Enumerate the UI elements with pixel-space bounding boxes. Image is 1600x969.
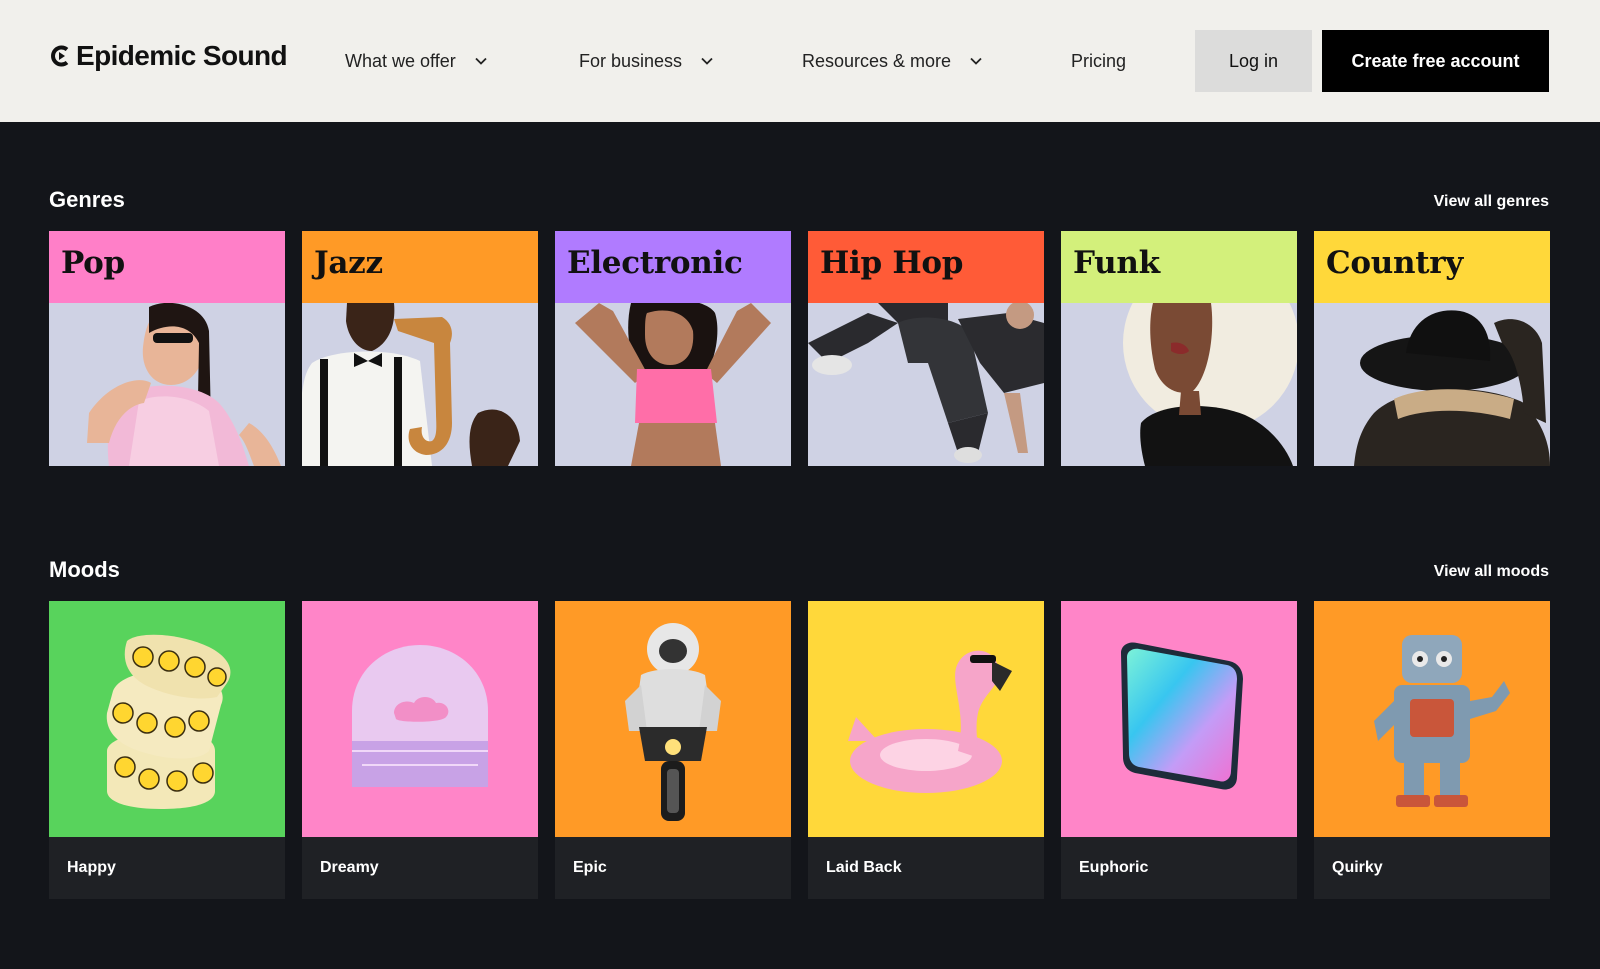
smiley-sticker-roll-icon (106, 634, 231, 809)
mood-art (1061, 601, 1297, 837)
create-free-account-button[interactable]: Create free account (1322, 30, 1549, 92)
genre-label: Funk (1061, 231, 1297, 303)
nav-for-business[interactable]: For business (579, 0, 714, 122)
genres-heading: Genres (49, 187, 125, 212)
genre-photo (808, 303, 1044, 466)
mood-card-happy[interactable]: Happy (49, 601, 285, 899)
mood-label: Euphoric (1079, 859, 1149, 876)
genre-photo (1061, 303, 1297, 466)
moods-heading: Moods (49, 557, 120, 582)
cowboy-illustration-icon (1354, 310, 1550, 466)
mood-label: Dreamy (320, 859, 379, 876)
mood-art (808, 601, 1044, 837)
mood-art (49, 601, 285, 837)
dancer-illustration-icon (575, 303, 771, 466)
epidemic-sound-logo[interactable]: Epidemic Sound (50, 40, 288, 72)
mood-card-epic[interactable]: Epic (555, 601, 791, 899)
holographic-tile-icon (1121, 642, 1243, 790)
mood-card-laid-back[interactable]: Laid Back (808, 601, 1044, 899)
genres-grid: Pop Jazz Electronic Hip Hop Funk Country (49, 231, 1550, 466)
nav-resources-more-label: Resources & more (802, 50, 952, 71)
genre-photo (555, 303, 791, 466)
genre-card-country[interactable]: Country (1314, 231, 1550, 466)
genre-card-pop[interactable]: Pop (49, 231, 285, 466)
afro-woman-illustration-icon (1123, 303, 1297, 466)
nav-what-we-offer-label: What we offer (345, 50, 456, 71)
toy-robot-icon (1374, 635, 1510, 807)
genre-label: Pop (49, 231, 285, 303)
genre-label: Electronic (555, 231, 791, 303)
view-all-moods-link[interactable]: View all moods (1434, 563, 1549, 581)
mood-label: Laid Back (826, 859, 902, 876)
log-in-button[interactable]: Log in (1195, 30, 1312, 92)
view-all-genres-link[interactable]: View all genres (1434, 193, 1549, 211)
mood-art (302, 601, 538, 837)
nav-pricing[interactable]: Pricing (1071, 0, 1126, 122)
genre-photo (302, 303, 538, 466)
genre-photo (49, 303, 285, 466)
mood-card-dreamy[interactable]: Dreamy (302, 601, 538, 899)
cloud-arch-icon (352, 645, 488, 787)
mood-label: Happy (67, 859, 116, 876)
saxophone-player-illustration-icon (302, 303, 520, 466)
genre-card-jazz[interactable]: Jazz (302, 231, 538, 466)
mood-art (555, 601, 791, 837)
chevron-down-icon (970, 57, 982, 65)
genre-label: Country (1314, 231, 1550, 303)
mood-label: Quirky (1332, 859, 1383, 876)
mood-card-euphoric[interactable]: Euphoric (1061, 601, 1297, 899)
nav-resources-more[interactable]: Resources & more (802, 0, 983, 122)
genre-label: Hip Hop (808, 231, 1044, 303)
genre-card-hip-hop[interactable]: Hip Hop (808, 231, 1044, 466)
genre-card-electronic[interactable]: Electronic (555, 231, 791, 466)
genre-label: Jazz (302, 231, 538, 303)
chevron-down-icon (701, 57, 713, 65)
flamingo-float-icon (848, 650, 1012, 793)
nav-for-business-label: For business (579, 50, 683, 71)
genre-card-funk[interactable]: Funk (1061, 231, 1297, 466)
logo-text: Epidemic Sound (76, 40, 288, 71)
astronaut-motorcycle-icon (625, 623, 721, 821)
moods-grid: Happy Dreamy Epic Laid Back Euphoric Qui… (49, 601, 1550, 899)
mood-art (1314, 601, 1550, 837)
nav-pricing-label: Pricing (1071, 50, 1127, 71)
genre-photo (1314, 303, 1550, 466)
mood-label: Epic (573, 859, 607, 876)
nav-what-we-offer[interactable]: What we offer (345, 0, 488, 122)
breakdancer-illustration-icon (808, 303, 1044, 463)
site-header: Epidemic Sound What we offer For busines… (0, 0, 1600, 122)
pop-singer-illustration-icon (87, 303, 281, 466)
mood-card-quirky[interactable]: Quirky (1314, 601, 1550, 899)
chevron-down-icon (475, 57, 487, 65)
logo-mark-icon (51, 45, 69, 67)
